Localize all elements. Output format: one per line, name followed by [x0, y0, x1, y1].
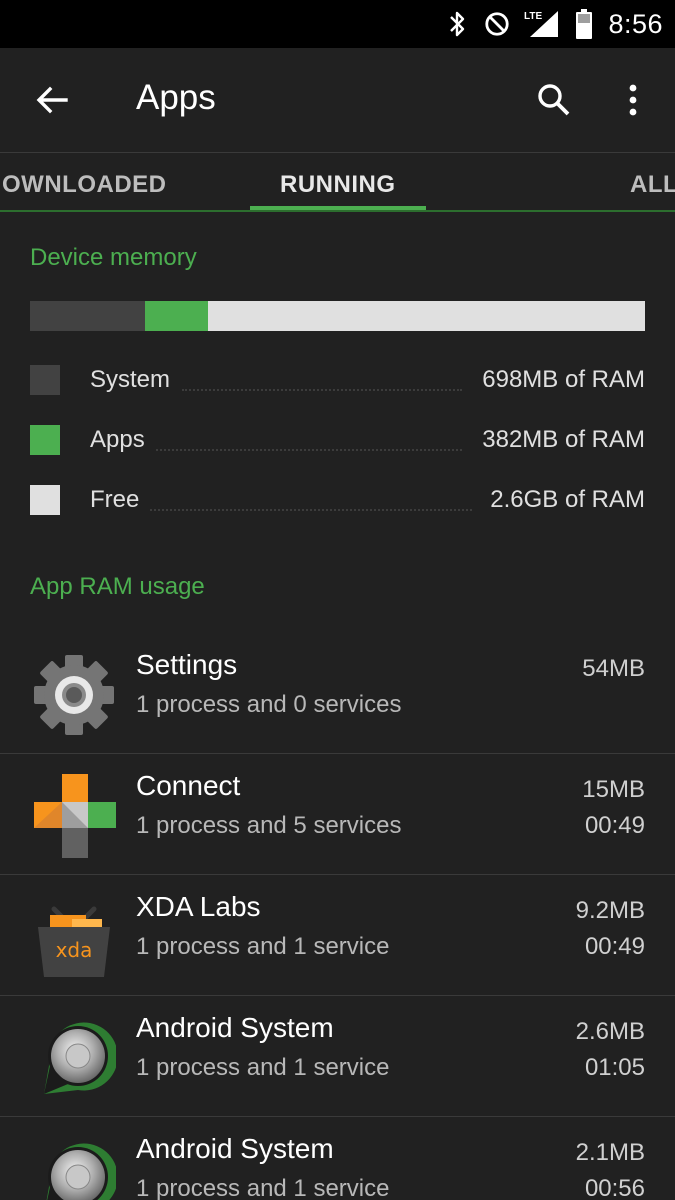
tab-all[interactable]: ALL	[630, 171, 675, 199]
android-system-icon	[32, 1016, 118, 1100]
legend-row-system: System 698MB of RAM	[30, 362, 645, 402]
app-ram-size: 9.2MB	[575, 897, 645, 924]
app-process-count: 1 process and 1 service	[136, 1175, 390, 1200]
legend-swatch-apps	[30, 425, 60, 455]
tab-bar: OWNLOADED RUNNING ALL	[0, 153, 675, 213]
search-button[interactable]	[528, 76, 580, 124]
app-name: XDA Labs	[136, 891, 261, 922]
android-system-icon	[32, 1137, 118, 1200]
back-button[interactable]	[22, 76, 82, 124]
status-bar: LTE 8:56	[0, 0, 675, 48]
do-not-disturb-icon	[484, 8, 510, 40]
connect-cross-icon	[32, 774, 116, 858]
app-row-settings[interactable]: Settings 1 process and 0 services 54MB	[0, 633, 675, 754]
legend-leader-dots	[182, 389, 462, 391]
app-row-connect[interactable]: Connect 1 process and 5 services 15MB 00…	[0, 754, 675, 875]
app-ram-size: 54MB	[582, 655, 645, 682]
app-toolbar: Apps	[0, 48, 675, 152]
legend-label-free: Free	[90, 486, 140, 513]
memory-usage-bar	[30, 301, 645, 331]
app-process-count: 1 process and 1 service	[136, 1054, 390, 1081]
bluetooth-icon	[444, 8, 470, 40]
tab-running[interactable]: RUNNING	[280, 171, 396, 199]
app-process-count: 1 process and 1 service	[136, 933, 390, 960]
apps-running-screen: LTE 8:56 Apps OWNLOADED RUNNING ALL Devi…	[0, 0, 675, 1200]
memory-bar-apps-segment	[145, 301, 208, 331]
app-name: Connect	[136, 770, 241, 801]
legend-label-system: System	[90, 366, 171, 393]
app-ram-size: 15MB	[582, 776, 645, 803]
more-vert-icon	[629, 84, 637, 116]
search-icon	[538, 84, 570, 116]
app-name: Android System	[136, 1133, 334, 1164]
status-clock: 8:56	[608, 8, 663, 39]
xda-basket-icon: xda	[32, 895, 116, 979]
app-process-count: 1 process and 0 services	[136, 691, 402, 718]
app-row-xda-labs[interactable]: xda XDA Labs 1 process and 1 service 9.2…	[0, 875, 675, 996]
svg-text:xda: xda	[56, 938, 93, 962]
legend-leader-dots	[150, 509, 472, 511]
app-uptime: 01:05	[584, 1054, 645, 1081]
app-ram-usage-header: App RAM usage	[30, 573, 205, 600]
legend-value-system: 698MB of RAM	[482, 366, 645, 393]
legend-value-free: 2.6GB of RAM	[490, 486, 645, 513]
app-row-android-system[interactable]: Android System 1 process and 1 service 2…	[0, 996, 675, 1117]
app-ram-size: 2.1MB	[575, 1139, 645, 1166]
app-uptime: 00:49	[584, 812, 645, 839]
tab-active-indicator	[250, 206, 426, 210]
app-row-android-system-2[interactable]: Android System 1 process and 1 service 2…	[0, 1117, 675, 1200]
legend-row-apps: Apps 382MB of RAM	[30, 422, 645, 462]
legend-value-apps: 382MB of RAM	[482, 426, 645, 453]
legend-swatch-system	[30, 365, 60, 395]
app-process-count: 1 process and 5 services	[136, 812, 402, 839]
page-title: Apps	[136, 78, 216, 117]
memory-bar-system-segment	[30, 301, 145, 331]
legend-swatch-free	[30, 485, 60, 515]
settings-gear-icon	[32, 653, 116, 737]
app-uptime: 00:56	[584, 1175, 645, 1200]
tab-downloaded[interactable]: OWNLOADED	[2, 171, 166, 199]
back-arrow-icon	[36, 86, 68, 114]
lte-signal-icon: LTE	[524, 8, 560, 40]
device-memory-header: Device memory	[30, 244, 197, 271]
app-name: Android System	[136, 1012, 334, 1043]
battery-icon	[574, 8, 594, 40]
more-options-button[interactable]	[612, 76, 654, 124]
lte-label: LTE	[524, 11, 542, 22]
app-uptime: 00:49	[584, 933, 645, 960]
tab-bar-underline	[0, 210, 675, 212]
app-ram-size: 2.6MB	[575, 1018, 645, 1045]
legend-row-free: Free 2.6GB of RAM	[30, 482, 645, 522]
legend-label-apps: Apps	[90, 426, 145, 453]
legend-leader-dots	[156, 449, 462, 451]
memory-bar-free-segment	[207, 301, 645, 331]
app-name: Settings	[136, 649, 238, 680]
